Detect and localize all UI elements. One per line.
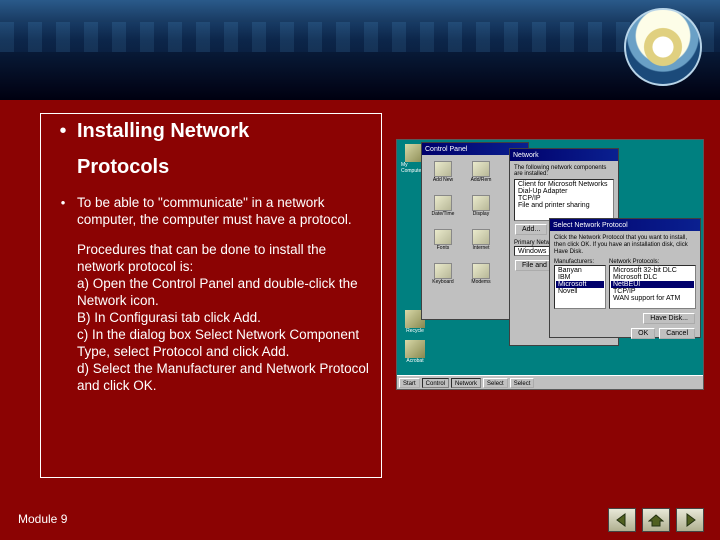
net-desc: The following network components are ins… (514, 165, 614, 177)
add-button: Add... (515, 224, 547, 235)
task-button: Network (451, 378, 481, 388)
titlebar: Network (510, 149, 618, 161)
prev-button[interactable] (608, 508, 636, 532)
body-intro: To be able to "communicate" in a network… (77, 194, 373, 228)
net-components-list: Client for Microsoft Networks Dial-Up Ad… (514, 179, 614, 221)
body-procedure: Procedures that can be done to install t… (77, 241, 373, 394)
body-bullet-icon: • (49, 194, 77, 228)
nav-buttons (608, 508, 704, 532)
ok-button: OK (631, 328, 655, 339)
select-protocol-window: Select Network Protocol Click the Networ… (549, 218, 701, 338)
slide-title: Installing Network Protocols (77, 118, 373, 180)
task-button: Control (422, 378, 449, 388)
next-button[interactable] (676, 508, 704, 532)
header-emblem-icon (624, 8, 702, 86)
home-icon (648, 513, 664, 527)
title-line1: Installing Network (77, 120, 249, 142)
cp-icon: Fonts (428, 229, 458, 255)
cp-icon: Display (466, 195, 496, 221)
cp-icon: Modems (466, 263, 496, 289)
footer-module: Module 9 (18, 512, 67, 526)
cp-icon: Add/Rem (466, 161, 496, 187)
cancel-button: Cancel (659, 328, 695, 339)
cp-icon: Internet (466, 229, 496, 255)
task-button: Select (510, 378, 535, 388)
screenshot-area: My Computer Recycle Acrobat Control Pane… (396, 139, 704, 390)
arrow-right-icon (682, 513, 698, 527)
slide: • Installing Network Protocols • To be a… (0, 0, 720, 540)
header (0, 0, 720, 100)
taskbar: Start Control Network Select Select (397, 375, 703, 389)
have-disk-button: Have Disk... (643, 313, 695, 324)
title-line2: Protocols (77, 154, 373, 180)
control-panel-icons: Add New Add/Rem Date/Time Display Fonts … (428, 161, 500, 289)
cp-icon: Date/Time (428, 195, 458, 221)
header-stripe (0, 22, 720, 52)
desktop-icon: Acrobat (401, 340, 429, 364)
title-bullet-icon: • (49, 118, 77, 144)
titlebar: Select Network Protocol (550, 219, 700, 231)
manufacturers-list: Banyan IBM Microsoft Novell (554, 265, 606, 309)
home-button[interactable] (642, 508, 670, 532)
task-button: Select (483, 378, 508, 388)
arrow-left-icon (614, 513, 630, 527)
content-box: • Installing Network Protocols • To be a… (40, 113, 382, 478)
start-button: Start (399, 378, 420, 388)
protocols-list: Microsoft 32-bit DLC Microsoft DLC NetBE… (609, 265, 696, 309)
cp-icon: Add New (428, 161, 458, 187)
sel-desc: Click the Network Protocol that you want… (554, 235, 696, 256)
cp-icon: Keyboard (428, 263, 458, 289)
